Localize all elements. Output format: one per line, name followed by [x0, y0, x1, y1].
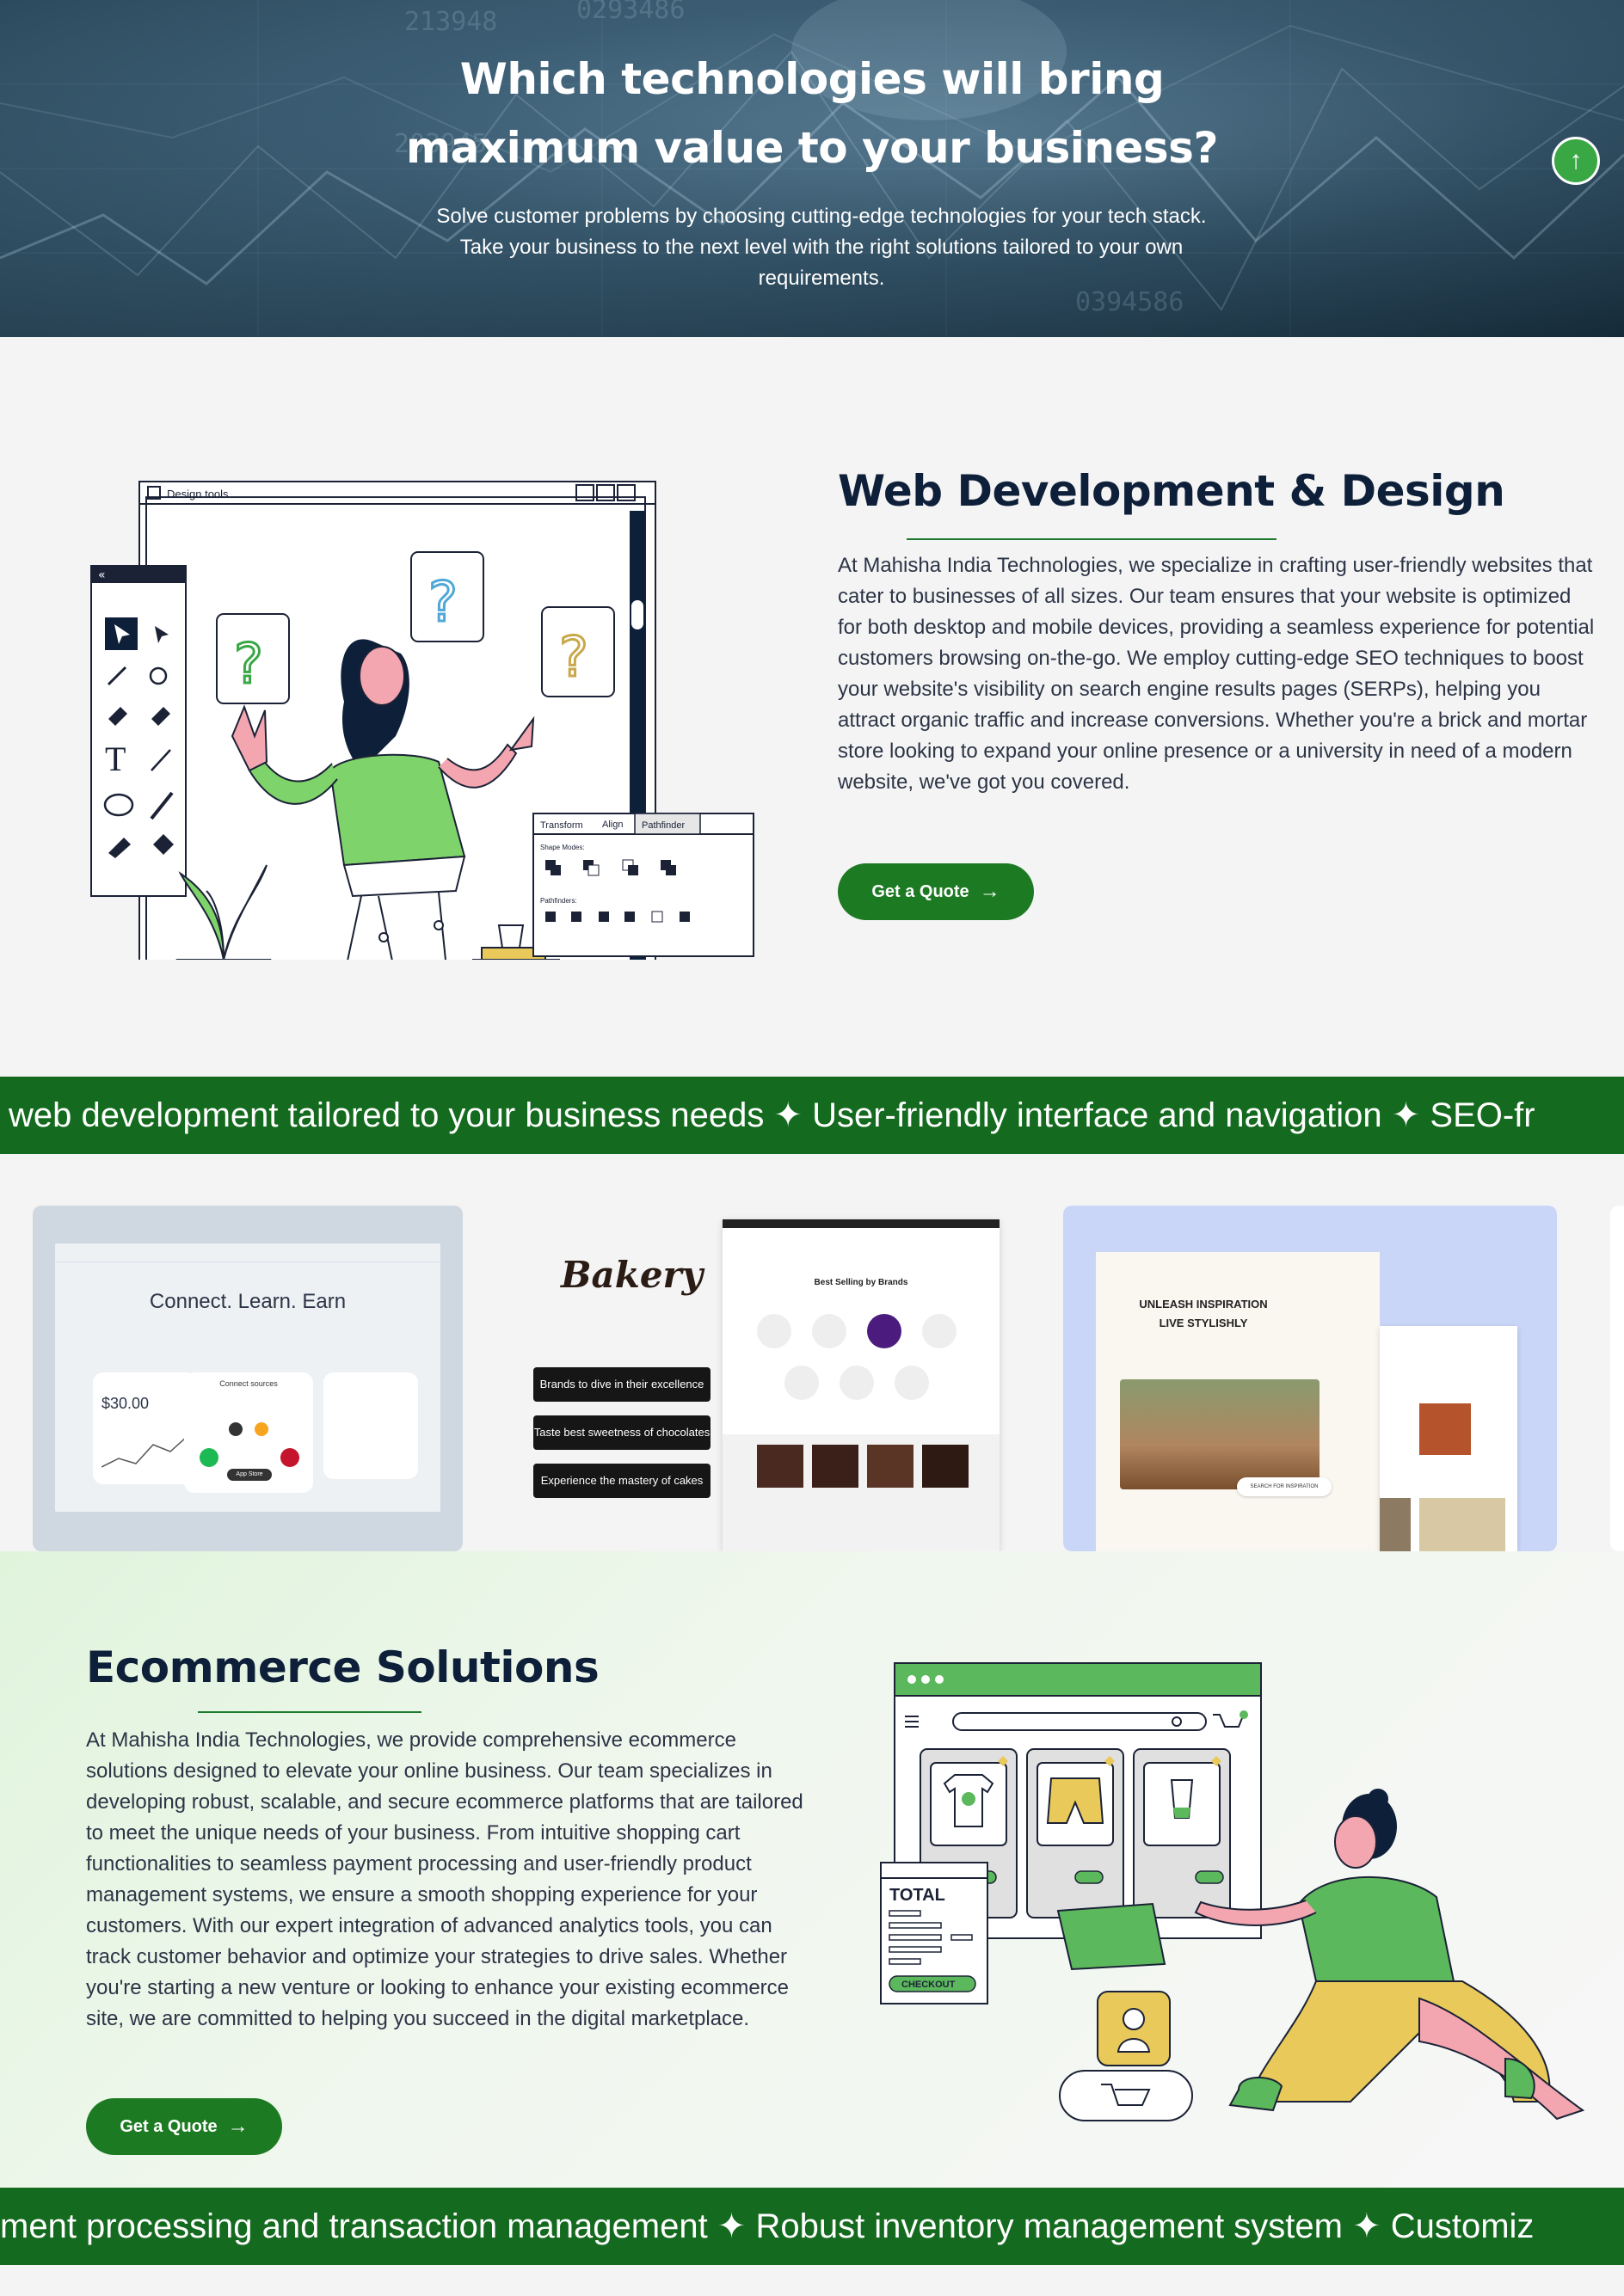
interior-headline-line: UNLEASH INSPIRATION — [1139, 1298, 1268, 1311]
connect-label: Connect sources — [219, 1379, 278, 1388]
ticker-text: ment processing and transaction manageme… — [0, 2207, 1535, 2245]
panel-tab: Transform — [540, 820, 583, 831]
portfolio-card[interactable]: Bakery Brands to dive in their excellenc… — [513, 1206, 1015, 1551]
get-quote-button[interactable]: Get a Quote → — [86, 2098, 282, 2155]
window-title: Design tools — [167, 488, 229, 500]
web-development-section: Design tools « T ? ? ? Transform Align P… — [0, 337, 1624, 1077]
portfolio-card-peek — [1610, 1206, 1624, 1551]
hero-title-line: maximum value to your business? — [406, 123, 1218, 173]
arrow-right-icon: → — [227, 2115, 249, 2138]
arrow-right-icon: → — [979, 880, 1000, 903]
panel-tab: Pathfinder — [642, 820, 685, 831]
scroll-to-top-button[interactable]: ↑ — [1552, 137, 1600, 185]
screenshot-nav — [55, 1243, 440, 1262]
web-development-title: Web Development & Design — [838, 466, 1505, 516]
interior-headline-line: LIVE STYLISHLY — [1159, 1317, 1248, 1329]
interior-screenshot: UNLEASH INSPIRATION LIVE STYLISHLY SEARC… — [1096, 1252, 1380, 1551]
portfolio-card[interactable]: Connect. Learn. Earn $30.00 Connect sour… — [33, 1206, 463, 1551]
hero-title-line: Which technologies will bring — [459, 54, 1165, 104]
bakery-badge: Brands to dive in their excellence — [533, 1367, 710, 1402]
title-underline — [907, 538, 1276, 540]
feature-ticker: ment processing and transaction manageme… — [0, 2188, 1624, 2265]
design-tools-illustration: Design tools « T ? ? ? Transform Align P… — [90, 481, 754, 960]
bakery-badge: Experience the mastery of cakes — [533, 1464, 710, 1498]
search-inspiration-field: SEARCH FOR INSPIRATION — [1237, 1477, 1332, 1496]
best-selling-title: Best Selling by Brands — [814, 1278, 908, 1287]
svg-text:?: ? — [234, 633, 263, 697]
panel-tab: Align — [602, 820, 623, 830]
total-label: TOTAL — [889, 1886, 945, 1905]
get-quote-label: Get a Quote — [871, 881, 969, 901]
get-quote-label: Get a Quote — [120, 2116, 218, 2136]
hero-bg-number: 213948 — [404, 7, 498, 37]
price-value: $30.00 — [102, 1395, 150, 1412]
portfolio-carousel: Connect. Learn. Earn $30.00 Connect sour… — [0, 1154, 1624, 1551]
ecommerce-title: Ecommerce Solutions — [86, 1642, 600, 1692]
screenshot-headline: Connect. Learn. Earn — [149, 1290, 347, 1313]
card-screenshot: Connect. Learn. Earn $30.00 Connect sour… — [55, 1243, 440, 1512]
price-card: $30.00 — [93, 1372, 196, 1484]
ecommerce-description: At Mahisha India Technologies, we provid… — [86, 1728, 803, 2030]
connect-card: Connect sources App Store — [184, 1372, 313, 1493]
hero-title: Which technologies will bring maximum va… — [0, 45, 1624, 182]
web-development-description: At Mahisha India Technologies, we specia… — [838, 554, 1595, 794]
pathfinders-label: Pathfinders: — [540, 897, 577, 905]
portfolio-card[interactable]: UNLEASH INSPIRATION LIVE STYLISHLY SEARC… — [1063, 1206, 1557, 1551]
arrow-up-icon: ↑ — [1569, 146, 1583, 175]
svg-text:?: ? — [559, 626, 588, 690]
hero-subtitle: Solve customer problems by choosing cutt… — [436, 205, 1207, 290]
hero-bg-number: 0293486 — [576, 0, 686, 25]
checkout-label: CHECKOUT — [901, 1980, 956, 1990]
title-underline — [198, 1711, 421, 1713]
shape-modes-label: Shape Modes: — [540, 844, 585, 851]
feature-ticker: web development tailored to your busines… — [0, 1077, 1624, 1154]
svg-text:T: T — [105, 740, 126, 778]
bakery-screenshot: Best Selling by Brands — [723, 1219, 1000, 1551]
ticker-text: web development tailored to your busines… — [9, 1096, 1535, 1134]
bakery-badge: Taste best sweetness of chocolates — [533, 1415, 710, 1450]
secondary-screenshot — [1380, 1326, 1517, 1551]
bakery-logo: Bakery — [561, 1254, 704, 1296]
interior-headline: UNLEASH INSPIRATION LIVE STYLISHLY — [1096, 1295, 1311, 1333]
get-quote-button[interactable]: Get a Quote → — [838, 863, 1034, 920]
svg-text:?: ? — [428, 571, 458, 635]
ecommerce-section: Ecommerce Solutions At Mahisha India Tec… — [0, 1551, 1624, 2188]
svg-text:«: « — [98, 568, 106, 582]
hero-banner: 213948 0293486 203945 0394586 Which tech… — [0, 0, 1624, 337]
ecommerce-illustration: TOTAL CHECKOUT — [880, 1662, 1585, 2121]
app-store-badge: App Store — [227, 1469, 272, 1481]
side-card — [323, 1372, 418, 1479]
